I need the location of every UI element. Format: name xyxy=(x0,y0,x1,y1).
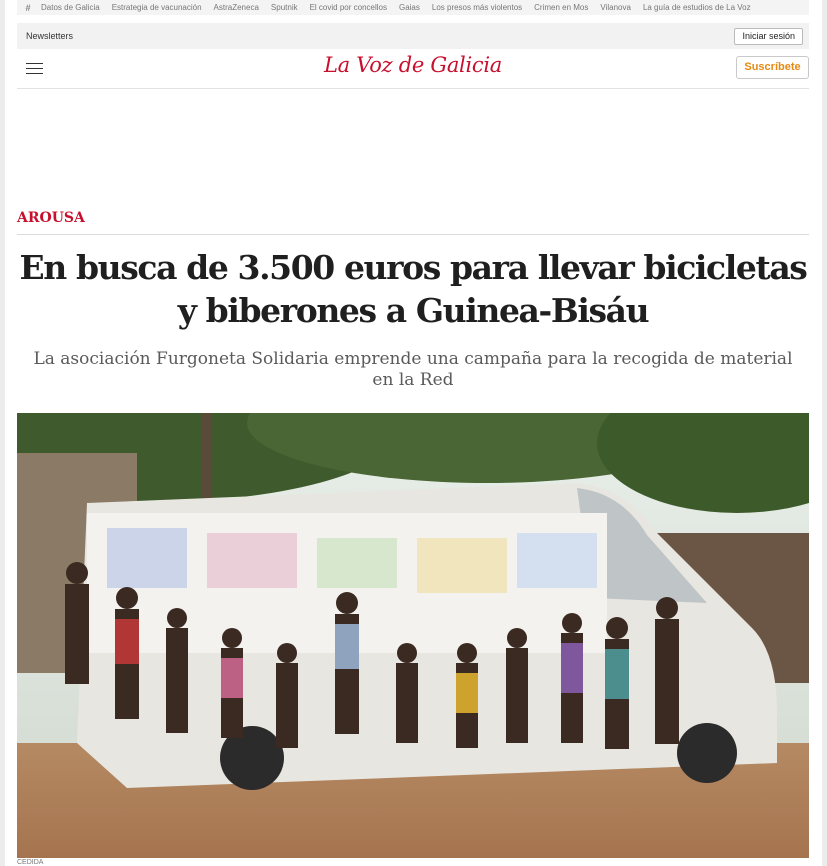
site-header: La Voz de Galicia Suscríbete xyxy=(17,49,809,89)
ad-slot xyxy=(17,95,809,185)
trending-bar: # Datos de Galicia Estrategia de vacunac… xyxy=(17,0,809,15)
trending-item[interactable]: La guía de estudios de La Voz xyxy=(637,3,757,12)
trending-item[interactable]: Datos de Galicia xyxy=(35,3,106,12)
article-headline: En busca de 3.500 euros para llevar bici… xyxy=(19,248,808,330)
section-label: AROUSA xyxy=(17,209,809,235)
trending-item[interactable]: Crimen en Mos xyxy=(528,3,594,12)
article-photo xyxy=(17,413,809,858)
subscribe-button[interactable]: Suscríbete xyxy=(736,56,809,79)
trending-item[interactable]: Sputnik xyxy=(265,3,304,12)
trending-item[interactable]: El covid por concellos xyxy=(304,3,393,12)
trending-item[interactable]: Gaias xyxy=(393,3,426,12)
trending-item[interactable]: AstraZeneca xyxy=(208,3,265,12)
trending-item[interactable]: Vilanova xyxy=(594,3,637,12)
photo-credit: CEDIDA xyxy=(17,859,44,866)
trending-item[interactable]: Los presos más violentos xyxy=(426,3,528,12)
login-button[interactable]: Iniciar sesión xyxy=(734,27,803,45)
top-utility-bar: Newsletters Iniciar sesión xyxy=(17,23,809,49)
photo-illustration xyxy=(17,413,809,858)
trending-item[interactable]: Estrategia de vacunación xyxy=(106,3,208,12)
site-logo[interactable]: La Voz de Galicia xyxy=(17,53,809,77)
hashtag-icon: # xyxy=(25,2,31,13)
newsletters-link[interactable]: Newsletters xyxy=(17,31,73,41)
section-link[interactable]: AROUSA xyxy=(17,210,85,226)
article-subheadline: La asociación Furgoneta Solidaria empren… xyxy=(33,349,793,390)
page: # Datos de Galicia Estrategia de vacunac… xyxy=(5,0,822,866)
